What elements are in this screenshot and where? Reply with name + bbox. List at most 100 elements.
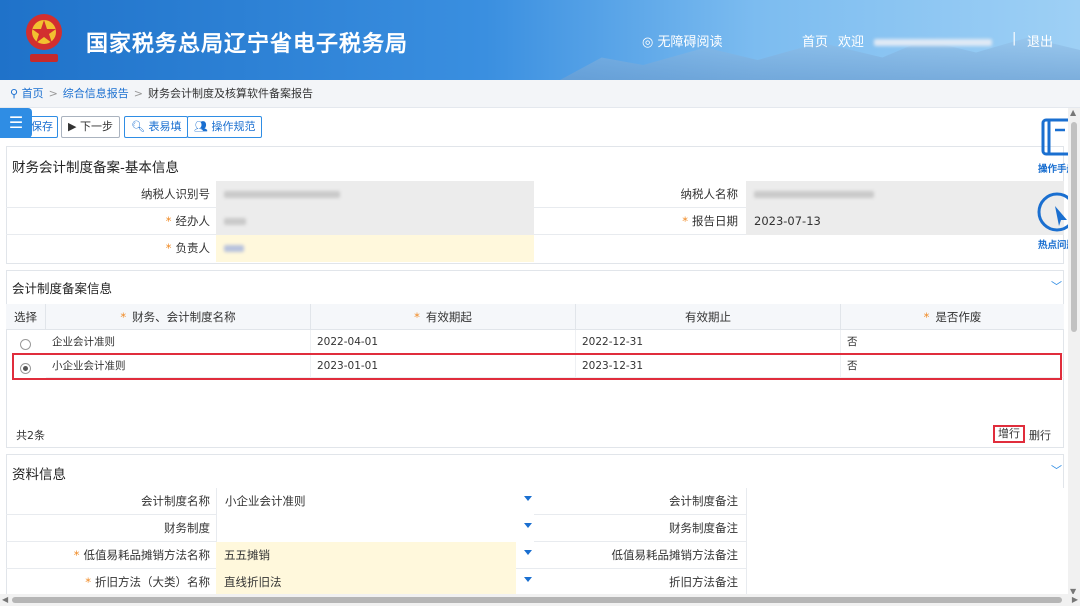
scroll-left-icon[interactable]: ◀ <box>2 595 8 604</box>
handler-label-text: 经办人 <box>175 214 211 228</box>
row-end: 2022-12-31 <box>576 330 841 354</box>
taxpayer-id-label: 纳税人识别号 <box>141 187 210 201</box>
quick-fill-label: 表易填 <box>148 120 182 133</box>
row-name: 企业会计准则 <box>46 330 311 354</box>
responsible-label: * 负责人 <box>6 235 210 262</box>
horizontal-scrollbar[interactable]: ◀ ▶ <box>0 594 1080 606</box>
depr-select[interactable]: 直线折旧法 <box>216 569 516 596</box>
fin-select[interactable] <box>216 515 534 542</box>
acct-note-field[interactable] <box>746 488 1064 515</box>
material-row-1: 会计制度名称 小企业会计准则 会计制度备注 <box>6 488 1064 515</box>
horizontal-scroll-thumb[interactable] <box>12 597 1062 603</box>
taxpayer-id-field <box>216 181 534 208</box>
col-name: * 财务、会计制度名称 <box>46 304 311 330</box>
basic-row-2: * 经办人 * 报告日期 2023-07-13 <box>6 208 1064 235</box>
required-mark: * <box>120 310 127 324</box>
acct-name-label: 会计制度名称 <box>141 494 210 508</box>
col-select: 选择 <box>6 304 46 330</box>
basic-row-3: * 负责人 <box>6 235 1064 262</box>
material-row-2: 财务制度 财务制度备注 <box>6 515 1064 542</box>
col-void-label: 是否作废 <box>935 310 982 324</box>
handler-label: * 经办人 <box>6 208 210 235</box>
required-mark: * <box>73 548 80 562</box>
basic-row-1: 纳税人识别号 纳税人名称 <box>6 181 1064 208</box>
fin-note-field[interactable] <box>746 515 1064 542</box>
vertical-scroll-thumb[interactable] <box>1071 122 1077 332</box>
taxpayer-name-label: 纳税人名称 <box>680 187 739 201</box>
depr-label-text: 折旧方法（大类）名称 <box>95 575 210 589</box>
depr-note-label: 折旧方法备注 <box>669 575 738 589</box>
vertical-scrollbar[interactable]: ▲ ▼ <box>1068 108 1080 596</box>
responsible-field[interactable] <box>216 235 534 262</box>
add-row-button[interactable]: 增行 <box>993 425 1025 443</box>
chevron-down-icon[interactable]: ﹀ <box>1051 278 1062 294</box>
fin-label: 财务制度 <box>164 521 210 535</box>
taxpayer-name-field <box>746 181 1064 208</box>
header-separator: | <box>1012 31 1017 46</box>
required-mark: * <box>85 575 91 589</box>
lowvalue-select[interactable]: 五五摊销 <box>216 542 516 569</box>
scroll-right-icon[interactable]: ▶ <box>1072 595 1078 604</box>
breadcrumb-sep: > <box>48 87 58 100</box>
row-void: 否 <box>841 330 1064 354</box>
accessibility-label: 无障碍阅读 <box>657 35 723 50</box>
acct-name-select[interactable]: 小企业会计准则 <box>216 488 534 515</box>
row-radio[interactable] <box>20 339 31 350</box>
chevron-down-icon[interactable]: ﹀ <box>1051 462 1062 478</box>
dropdown-arrow-icon[interactable] <box>524 496 532 501</box>
next-step-button[interactable]: ▶ 下一步 <box>61 116 120 138</box>
dropdown-arrow-icon[interactable] <box>524 550 532 555</box>
breadcrumb-level1[interactable]: 综合信息报告 <box>63 87 129 100</box>
depr-note-field[interactable] <box>746 569 1064 596</box>
col-name-label: 财务、会计制度名称 <box>132 310 236 324</box>
breadcrumb-current: 财务会计制度及核算软件备案报告 <box>148 87 313 100</box>
col-start: * 有效期起 <box>311 304 576 330</box>
material-row-4: * 折旧方法（大类）名称 直线折旧法 折旧方法备注 <box>6 569 1064 596</box>
required-mark: * <box>165 214 172 228</box>
acct-note-label: 会计制度备注 <box>669 494 738 508</box>
basic-info-title: 财务会计制度备案-基本信息 <box>12 160 179 176</box>
play-icon: ▶ <box>68 120 77 133</box>
operation-guide-label: 操作规范 <box>211 120 256 133</box>
lowvalue-note-label: 低值易耗品摊销方法备注 <box>611 548 739 562</box>
material-row-3: * 低值易耗品摊销方法名称 五五摊销 低值易耗品摊销方法备注 <box>6 542 1064 569</box>
col-end: 有效期止 <box>576 304 841 330</box>
records-title: 会计制度备案信息 <box>12 281 113 296</box>
records-total: 共2条 <box>16 429 45 442</box>
col-start-label: 有效期起 <box>425 310 472 324</box>
col-void: * 是否作废 <box>841 304 1064 330</box>
accessibility-link[interactable]: ◎ 无障碍阅读 <box>642 31 723 50</box>
required-mark: * <box>165 241 172 255</box>
report-date-label-text: 报告日期 <box>692 214 738 228</box>
welcome-text: 欢迎 <box>838 35 865 50</box>
responsible-label-text: 负责人 <box>175 241 211 255</box>
selected-row-highlight <box>12 353 1062 380</box>
operation-guide-button[interactable]: 👥︎ 操作规范 <box>187 116 263 138</box>
breadcrumb: ⚲ 首页 > 综合信息报告 > 财务会计制度及核算软件备案报告 <box>0 80 1080 108</box>
site-title: 国家税务总局辽宁省电子税务局 <box>86 32 409 57</box>
lowvalue-label-text: 低值易耗品摊销方法名称 <box>83 548 211 562</box>
dropdown-arrow-icon[interactable] <box>524 523 532 528</box>
required-mark: * <box>682 214 688 228</box>
handler-field[interactable] <box>216 208 534 235</box>
required-mark: * <box>923 310 930 324</box>
fin-note-label: 财务制度备注 <box>669 521 738 535</box>
dropdown-arrow-icon[interactable] <box>524 577 532 582</box>
scroll-up-icon[interactable]: ▲ <box>1070 108 1076 117</box>
breadcrumb-home[interactable]: 首页 <box>22 87 44 100</box>
tax-emblem-logo <box>26 14 62 62</box>
delete-row-button[interactable]: 删行 <box>1029 427 1051 443</box>
users-icon: 👥︎ <box>194 120 208 133</box>
next-step-label: 下一步 <box>79 120 113 133</box>
report-date-field[interactable]: 2023-07-13 <box>746 208 1064 235</box>
search-icon: 🔍︎ <box>131 120 145 133</box>
lowvalue-note-field[interactable] <box>746 542 1064 569</box>
menu-toggle-icon[interactable]: ☰ <box>0 108 32 138</box>
eye-icon: ◎ <box>642 35 654 50</box>
home-link[interactable]: 首页 <box>802 31 828 50</box>
required-mark: * <box>414 310 420 324</box>
lowvalue-label: * 低值易耗品摊销方法名称 <box>6 542 210 569</box>
logout-link[interactable]: 退出 <box>1027 31 1053 50</box>
report-date-label: * 报告日期 <box>536 208 738 235</box>
quick-fill-button[interactable]: 🔍︎ 表易填 <box>124 116 189 138</box>
